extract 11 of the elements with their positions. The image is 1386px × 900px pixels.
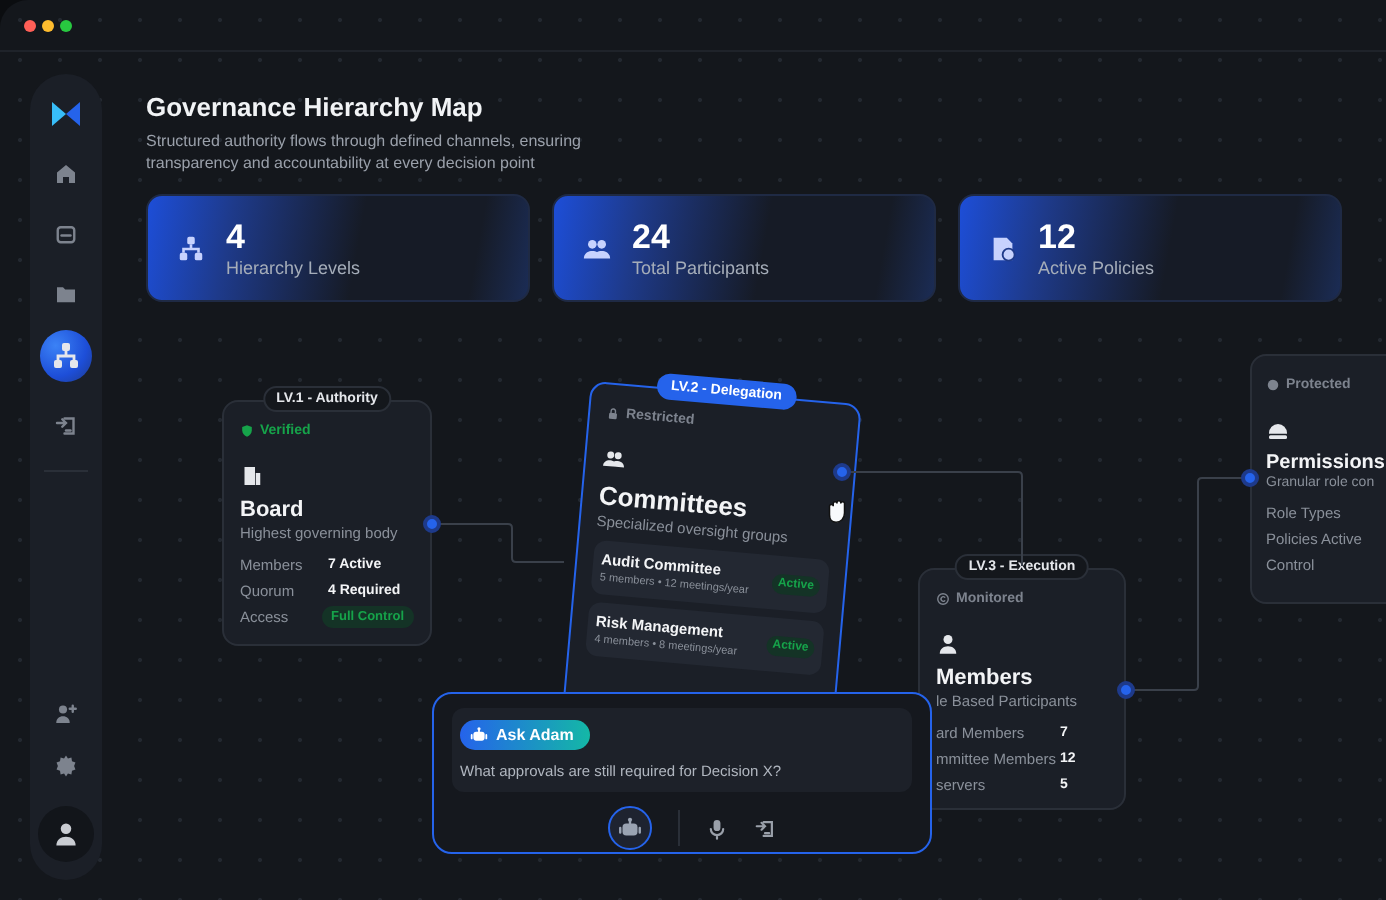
stat-value: 4: [226, 217, 247, 255]
stat-value: 24: [632, 217, 672, 255]
stat-value: 12: [1038, 217, 1078, 255]
stat-label: Hierarchy Levels: [226, 255, 361, 279]
node-title: Members: [936, 666, 1035, 690]
stat-label: Active Policies: [1038, 255, 1155, 279]
node-title: Board: [240, 498, 306, 522]
page-description: Structured authority flows through defined channels, ensuring transparency and accountability at every decision point: [146, 130, 583, 174]
stat-label: Total Participants: [632, 255, 770, 279]
page-title: Governance Hierarchy Map: [146, 92, 485, 122]
node-title: Permissions: [1266, 452, 1386, 474]
